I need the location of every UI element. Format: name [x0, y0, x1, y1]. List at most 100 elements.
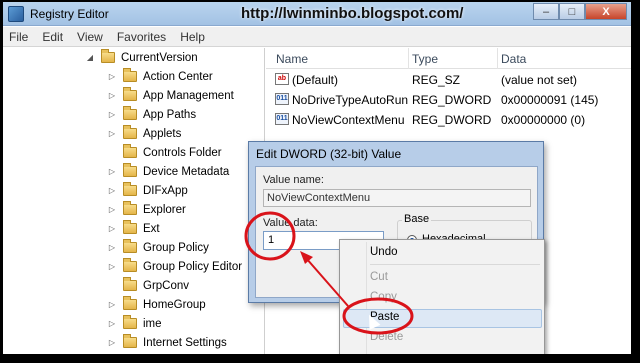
menu-favorites[interactable]: Favorites	[117, 30, 166, 44]
tree-item-label: GrpConv	[143, 279, 190, 292]
tree-item[interactable]: ▷ Device Metadata	[107, 162, 229, 181]
folder-icon	[123, 277, 137, 291]
value-data-label: Value data:	[263, 217, 318, 229]
base-label: Base	[402, 213, 432, 225]
tree-item-currentversion[interactable]: ◢ CurrentVersion	[85, 48, 198, 67]
value-type: REG_DWORD	[412, 113, 492, 127]
tree-item[interactable]: ▷ ime	[107, 314, 162, 333]
expand-arrow-icon[interactable]: ▷	[107, 243, 117, 252]
tree-item-label: Applets	[143, 127, 182, 140]
expand-arrow-icon[interactable]: ▷	[107, 319, 117, 328]
value-name: (Default)	[292, 73, 339, 87]
tree-item-label: Group Policy Editor	[143, 260, 243, 273]
tree-item[interactable]: ▷ Group Policy Editor	[107, 257, 242, 276]
folder-icon	[123, 315, 137, 329]
folder-icon	[123, 125, 137, 139]
title-bar[interactable]: Registry Editor http://lwinminbo.blogspo…	[3, 2, 631, 26]
value-type: REG_SZ	[412, 73, 461, 87]
value-name-label: Value name:	[263, 174, 324, 186]
value-name-field: NoViewContextMenu	[263, 189, 531, 207]
tree-item-label: App Management	[143, 89, 234, 102]
tree-item[interactable]: ▷ Group Policy	[107, 238, 209, 257]
folder-icon	[123, 182, 137, 196]
menu-bar: File Edit View Favorites Help	[3, 27, 631, 47]
column-separator[interactable]	[497, 48, 498, 69]
expand-arrow-icon[interactable]: ▷	[107, 167, 117, 176]
menu-item-copy[interactable]: Copy	[370, 291, 397, 303]
value-data: 0x00000091 (145)	[501, 93, 599, 107]
window-title: Registry Editor	[30, 7, 109, 21]
menu-view[interactable]: View	[77, 30, 103, 44]
tree-item[interactable]: ▷ DIFxApp	[107, 181, 188, 200]
tree-item-label: HomeGroup	[143, 298, 206, 311]
expand-arrow-icon[interactable]: ▷	[107, 72, 117, 81]
menu-item-undo[interactable]: Undo	[370, 246, 398, 258]
registry-editor-window: Registry Editor http://lwinminbo.blogspo…	[3, 2, 631, 354]
string-value-icon: ab	[275, 73, 289, 85]
tree-item[interactable]: Controls Folder	[107, 143, 222, 162]
context-menu: Undo Cut Copy Paste Delete	[339, 239, 545, 354]
tree-item-label: Explorer	[143, 203, 186, 216]
column-header-name[interactable]: Name	[276, 52, 308, 66]
tree-item[interactable]: ▷ App Paths	[107, 105, 196, 124]
expand-arrow-icon[interactable]: ▷	[107, 262, 117, 271]
maximize-button[interactable]: □	[559, 3, 585, 20]
menu-file[interactable]: File	[9, 30, 28, 44]
expand-arrow-icon[interactable]: ◢	[85, 53, 95, 62]
tree-item[interactable]: ▷ Ext	[107, 219, 160, 238]
expand-arrow-icon[interactable]: ▷	[107, 300, 117, 309]
value-data: 0x00000000 (0)	[501, 113, 586, 127]
close-button[interactable]: X	[585, 3, 627, 20]
menu-item-delete[interactable]: Delete	[370, 331, 403, 343]
menu-help[interactable]: Help	[180, 30, 205, 44]
tree-item[interactable]: GrpConv	[107, 276, 189, 295]
table-row[interactable]: 011 NoViewContextMenu REG_DWORD 0x000000…	[266, 110, 631, 129]
screenshot-frame: Registry Editor http://lwinminbo.blogspo…	[0, 0, 640, 363]
expand-arrow-icon[interactable]: ▷	[107, 129, 117, 138]
dialog-title: Edit DWORD (32-bit) Value	[256, 147, 402, 161]
registry-editor-icon	[8, 6, 24, 22]
table-row[interactable]: ab (Default) REG_SZ (value not set)	[266, 70, 631, 89]
minimize-button[interactable]: –	[533, 3, 559, 20]
tree-item[interactable]: ▷ Action Center	[107, 67, 213, 86]
expand-arrow-icon[interactable]: ▷	[107, 186, 117, 195]
expand-arrow-icon[interactable]: ▷	[107, 91, 117, 100]
tree-item[interactable]: ▷ Applets	[107, 124, 181, 143]
tree-item-label: Group Policy	[143, 241, 209, 254]
value-data: (value not set)	[501, 73, 578, 87]
tree-item-label: DIFxApp	[143, 184, 188, 197]
tree-item-label: Ext	[143, 222, 160, 235]
tree-item-label: Controls Folder	[143, 146, 222, 159]
menu-item-cut[interactable]: Cut	[370, 271, 388, 283]
column-header-type[interactable]: Type	[412, 52, 438, 66]
dword-value-icon: 011	[275, 113, 289, 125]
tree-item[interactable]: ▷ Explorer	[107, 200, 186, 219]
expand-arrow-icon[interactable]: ▷	[107, 110, 117, 119]
folder-icon	[123, 220, 137, 234]
tree-item-label: App Paths	[143, 108, 197, 121]
folder-icon	[123, 68, 137, 82]
watermark-url: http://lwinminbo.blogspot.com/	[241, 5, 464, 22]
tree-item[interactable]: ▷ App Management	[107, 86, 234, 105]
registry-tree: ◢ CurrentVersion ▷ Action Center ▷ App Man…	[3, 48, 265, 354]
folder-icon	[123, 106, 137, 120]
tree-item-label: Device Metadata	[143, 165, 230, 178]
tree-item-label: Internet Settings	[143, 336, 227, 349]
expand-arrow-icon[interactable]: ▷	[107, 205, 117, 214]
menu-edit[interactable]: Edit	[42, 30, 63, 44]
folder-icon	[123, 163, 137, 177]
tree-item[interactable]: ▷ HomeGroup	[107, 295, 206, 314]
tree-item-label: ime	[143, 317, 162, 330]
tree-item[interactable]: ▷ Internet Settings	[107, 333, 227, 352]
column-separator[interactable]	[408, 48, 409, 69]
list-header: Name Type Data	[266, 48, 631, 69]
expand-arrow-icon[interactable]: ▷	[107, 338, 117, 347]
folder-icon	[101, 49, 115, 63]
menu-separator	[370, 264, 540, 265]
column-header-data[interactable]: Data	[501, 52, 526, 66]
tree-item-label: Action Center	[143, 70, 213, 83]
tree-item-label: CurrentVersion	[121, 51, 198, 64]
folder-icon	[123, 201, 137, 215]
expand-arrow-icon[interactable]: ▷	[107, 224, 117, 233]
table-row[interactable]: 011 NoDriveTypeAutoRun REG_DWORD 0x00000…	[266, 90, 631, 109]
